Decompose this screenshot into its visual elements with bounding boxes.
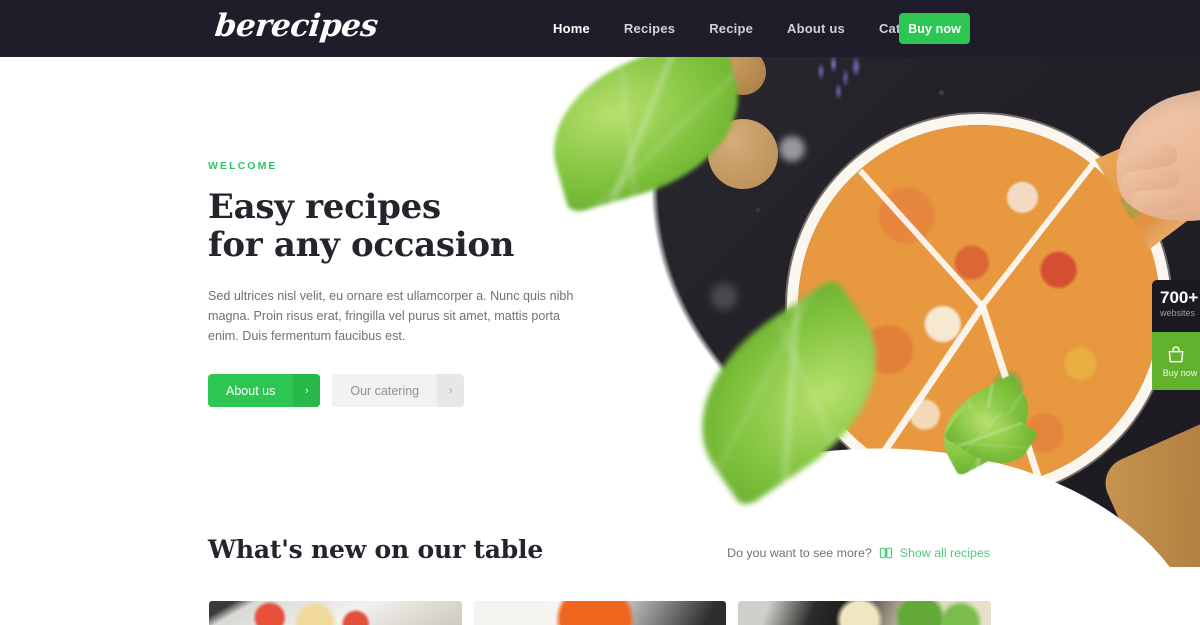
recipe-book-icon — [879, 547, 892, 559]
main-navigation: Home Recipes Recipe About us Catering — [536, 0, 950, 57]
our-catering-button[interactable]: Our catering › — [332, 374, 465, 407]
hero-button-row: About us › Our catering › — [208, 374, 598, 407]
landing-page: berecipes Home Recipes Recipe About us C… — [0, 0, 1200, 625]
hero-title-line-2: for any occasion — [208, 225, 515, 265]
floating-buy-now-button[interactable]: Buy now — [1152, 332, 1200, 390]
hero-title: Easy recipes for any occasion — [208, 188, 598, 264]
whats-new-section-header: What's new on our table Do you want to s… — [208, 535, 990, 565]
section-title: What's new on our table — [208, 535, 544, 564]
floating-widgets: 700+ websites Buy now — [1152, 280, 1200, 390]
about-us-button[interactable]: About us › — [208, 374, 321, 407]
hero-eyebrow: WELCOME — [208, 160, 278, 172]
floating-buy-now-label: Buy now — [1162, 367, 1198, 378]
website-count-number: 700+ — [1160, 288, 1199, 307]
website-count-badge: 700+ websites — [1152, 280, 1200, 332]
shopping-bag-icon — [1168, 345, 1184, 362]
nav-item-recipes[interactable]: Recipes — [607, 0, 692, 57]
nav-item-about-us[interactable]: About us — [770, 0, 862, 57]
hero-title-line-1: Easy recipes — [208, 187, 441, 227]
recipe-card-list — [209, 601, 992, 625]
show-all-recipes-link[interactable]: Show all recipes — [900, 546, 990, 560]
about-us-button-label: About us — [226, 383, 276, 398]
recipe-card[interactable] — [473, 601, 727, 625]
recipe-card[interactable] — [209, 601, 462, 625]
finger — [1131, 189, 1185, 211]
chevron-right-icon: › — [437, 374, 465, 407]
our-catering-button-label: Our catering — [350, 383, 420, 398]
chevron-right-icon: › — [293, 374, 321, 407]
hero-description: Sed ultrices nisl velit, eu ornare est u… — [208, 289, 574, 343]
buy-now-button[interactable]: Buy now — [899, 13, 970, 44]
recipe-card[interactable] — [738, 601, 992, 625]
show-all-recipes-group: Do you want to see more? Show all recipe… — [727, 546, 990, 565]
nav-item-home[interactable]: Home — [536, 0, 607, 57]
pizza-cut-line — [979, 160, 1097, 308]
site-header: berecipes Home Recipes Recipe About us C… — [0, 0, 1200, 57]
website-count-label: websites — [1160, 308, 1196, 318]
nav-item-recipe[interactable]: Recipe — [692, 0, 770, 57]
see-more-question: Do you want to see more? — [727, 546, 872, 560]
pizza-cut-line — [857, 168, 985, 309]
hero-content: WELCOME Easy recipes for any occasion Se… — [208, 160, 598, 407]
lavender-sprig — [807, 57, 877, 115]
site-logo[interactable]: berecipes — [213, 5, 380, 47]
